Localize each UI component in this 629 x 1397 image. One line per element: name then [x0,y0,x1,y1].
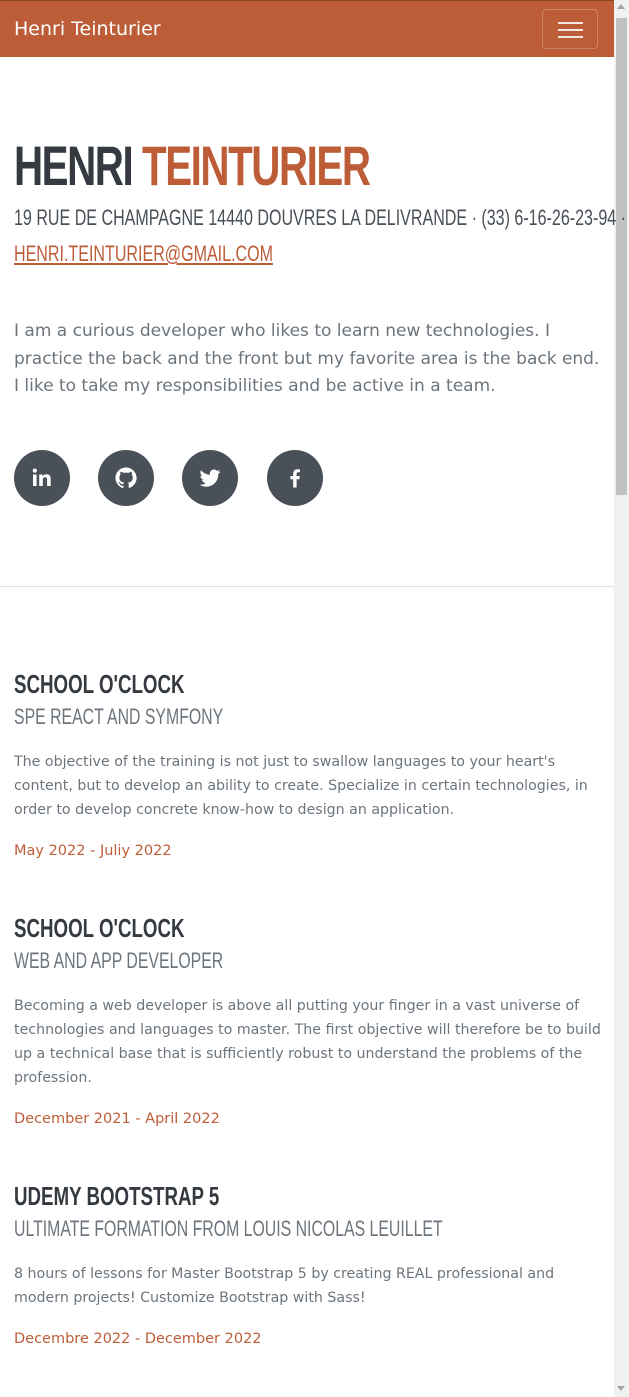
entry-subtitle: ULTIMATE FORMATION FROM LOUIS NICOLAS LE… [14,1216,443,1241]
navbar-toggler-button[interactable] [542,9,598,49]
navbar-brand[interactable]: Henri Teinturier [14,16,161,42]
page-title: HENRI TEINTURIER [14,132,371,200]
entry-description: Becoming a web developer is above all pu… [14,998,601,1086]
twitter-icon [199,469,221,487]
scroll-up-icon[interactable] [617,4,625,9]
entry-subtitle: WEB AND APP DEVELOPER [14,948,224,973]
scroll-down-icon[interactable] [617,1386,625,1391]
entry-dates: December 2021 - April 2022 [14,1111,220,1127]
entry-title: UDEMY BOOTSTRAP 5 [14,1181,220,1211]
last-name: TEINTURIER [142,134,371,197]
education-entry: UDEMY BOOTSTRAP 5 ULTIMATE FORMATION FRO… [14,1180,602,1347]
github-icon [115,467,137,489]
scrollbar-thumb[interactable] [616,18,627,495]
education-entry: SCHOOL O'CLOCK SPE REACT AND SYMFONY The… [14,668,602,859]
twitter-link[interactable] [182,450,238,506]
intro-paragraph: I am a curious developer who likes to le… [14,321,600,396]
linkedin-icon [32,468,51,486]
education-entry: SCHOOL O'CLOCK WEB AND APP DEVELOPER Bec… [14,912,602,1127]
entry-title: SCHOOL O'CLOCK [14,669,185,699]
entry-dates: Decembre 2022 - December 2022 [14,1331,262,1347]
contact-address: 19 RUE DE CHAMPAGNE 14440 DOUVRES LA DEL… [14,205,626,230]
entry-description: The objective of the training is not jus… [14,754,588,818]
github-link[interactable] [98,450,154,506]
entry-subtitle: SPE REACT AND SYMFONY [14,704,224,729]
email-link[interactable]: HENRI.TEINTURIER@GMAIL.COM [14,239,273,269]
facebook-link[interactable] [267,450,323,506]
entry-dates: May 2022 - Juliy 2022 [14,843,172,859]
first-name: HENRI [14,134,134,197]
facebook-icon [290,469,300,488]
top-navbar: Henri Teinturier [0,0,614,57]
entry-description: 8 hours of lessons for Master Bootstrap … [14,1266,555,1306]
section-divider [0,586,614,587]
entry-title: SCHOOL O'CLOCK [14,913,185,943]
linkedin-link[interactable] [14,450,70,506]
